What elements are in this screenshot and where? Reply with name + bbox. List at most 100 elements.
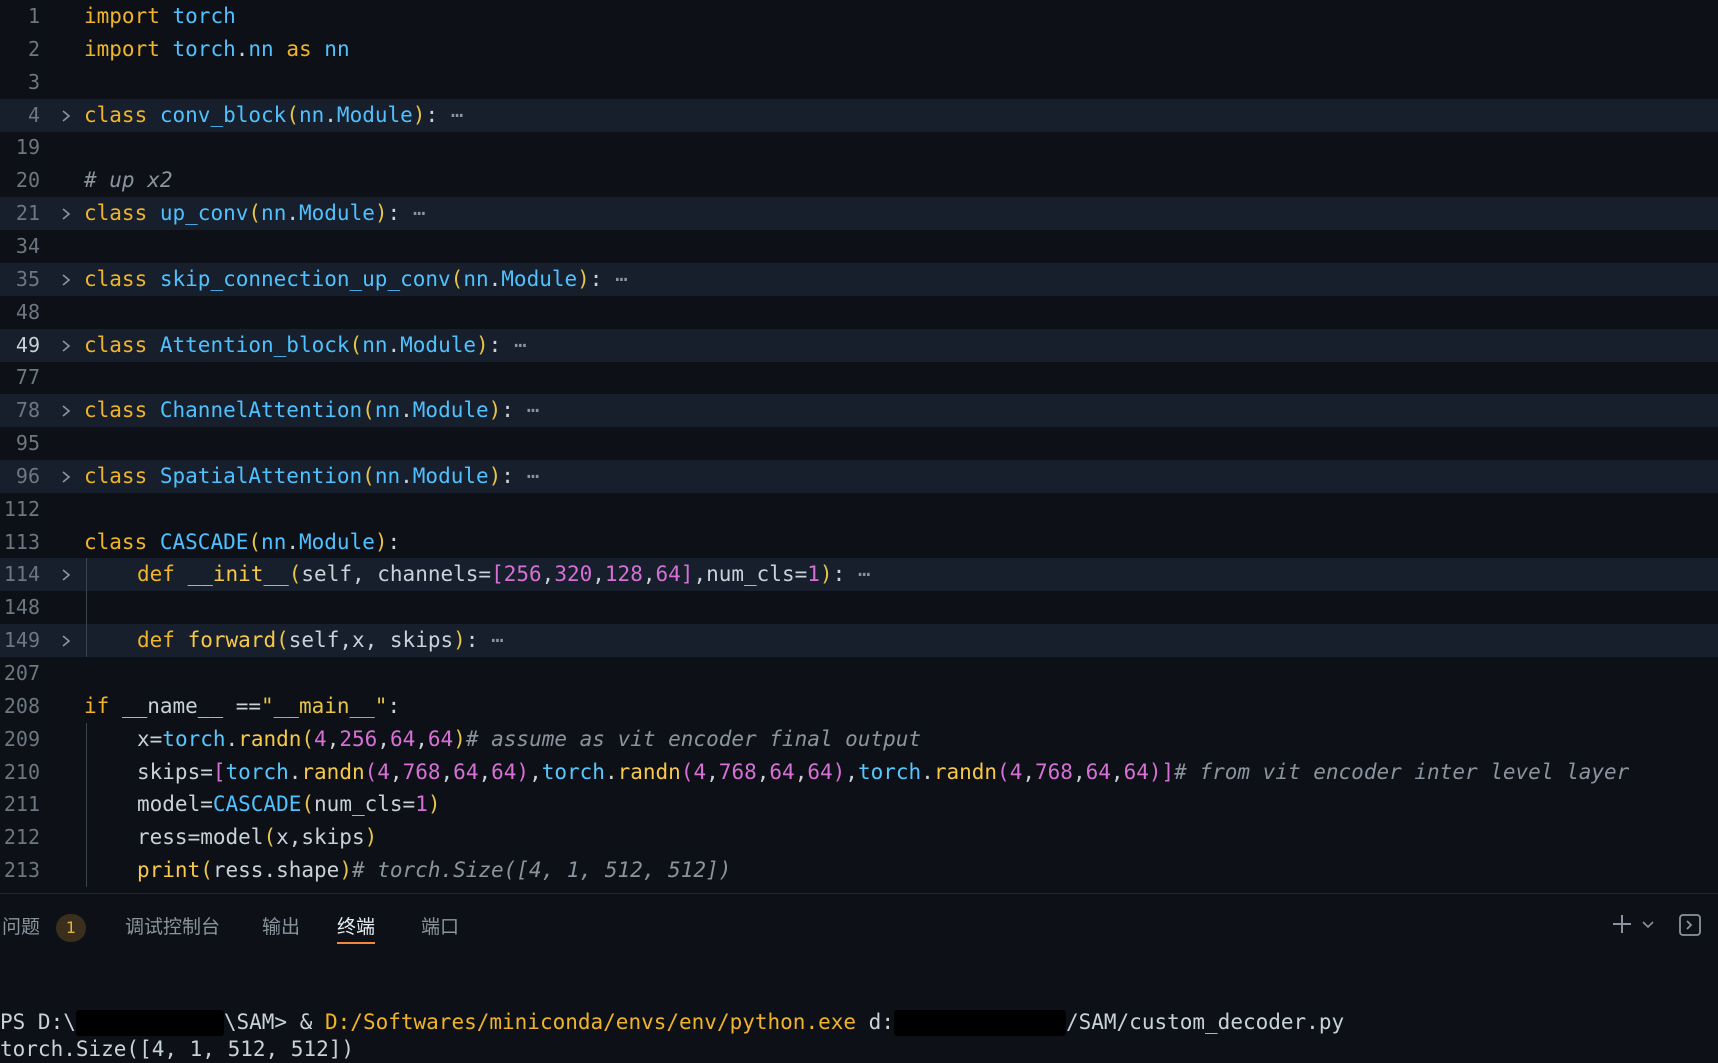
line-number: 3	[27, 69, 40, 94]
code-line[interactable]: 20 # up x2	[0, 164, 1718, 197]
code-text: skips=[torch.randn(4,768,64,64),torch.ra…	[137, 759, 1630, 784]
line-number: 1	[27, 4, 40, 28]
tab-debug-console[interactable]: 调试控制台	[125, 910, 220, 944]
code-line[interactable]: 96 class SpatialAttention(nn.Module): ⋯	[0, 459, 1718, 493]
code-line[interactable]: 35 class skip_connection_up_conv(nn.Modul…	[0, 262, 1718, 296]
line-number: 20	[15, 168, 40, 193]
code-line[interactable]: 113 class CASCADE(nn.Module):	[0, 526, 1718, 559]
bottom-panel: 问题 1 调试控制台 输出 终端 端口 PS D:\ \SAM> & D:/Sof…	[0, 893, 1718, 1061]
indent-guide	[86, 788, 87, 822]
tab-terminal[interactable]: 终端	[337, 910, 376, 944]
code-text: import torch.nn as nn	[84, 36, 350, 61]
code-text: ress=model(x,skips)	[137, 825, 378, 850]
code-text: class Attention_block(nn.Module): ⋯	[84, 332, 527, 357]
terminal-output-line: torch.Size([4, 1, 512, 512])	[0, 1037, 355, 1061]
fold-chevron-right-icon[interactable]	[58, 460, 74, 493]
code-line[interactable]: 1 import torch	[0, 0, 1718, 33]
terminal-command-line[interactable]: PS D:\ \SAM> & D:/Softwares/miniconda/env…	[0, 1008, 1344, 1036]
code-text: import torch	[84, 4, 236, 28]
line-number: 21	[15, 201, 40, 226]
fold-chevron-right-icon[interactable]	[58, 624, 74, 657]
code-line[interactable]: 149 def forward(self,x, skips): ⋯	[0, 624, 1718, 658]
problems-count-badge: 1	[56, 914, 86, 942]
line-number: 112	[3, 496, 40, 521]
code-line[interactable]: 49 class Attention_block(nn.Module): ⋯	[0, 328, 1718, 362]
code-text: class SpatialAttention(nn.Module): ⋯	[84, 463, 540, 488]
code-text: class up_conv(nn.Module): ⋯	[84, 201, 426, 226]
terminal-split-icon[interactable]	[1678, 912, 1704, 942]
line-number: 2	[27, 36, 40, 61]
code-text: model=CASCADE(num_cls=1)	[137, 792, 441, 817]
line-number: 211	[3, 792, 40, 817]
fold-chevron-right-icon[interactable]	[58, 394, 74, 427]
fold-chevron-right-icon[interactable]	[58, 558, 74, 591]
fold-chevron-right-icon[interactable]	[58, 329, 74, 362]
code-line[interactable]: 4 class conv_block(nn.Module): ⋯	[0, 98, 1718, 132]
code-editor[interactable]: 1 import torch 2 import torch.nn as nn 3 4 cla…	[0, 0, 1718, 893]
terminal-prompt-mid: \SAM> &	[223, 1010, 326, 1034]
line-number: 113	[3, 529, 40, 554]
code-line[interactable]: 212 ress=model(x,skips)	[0, 821, 1718, 855]
code-line[interactable]: 77	[0, 361, 1718, 394]
indent-guide	[86, 558, 87, 592]
line-number: 96	[15, 463, 40, 488]
fold-chevron-right-icon[interactable]	[58, 99, 74, 132]
code-line[interactable]: 210 skips=[torch.randn(4,768,64,64),torch…	[0, 755, 1718, 789]
code-text: class skip_connection_up_conv(nn.Module)…	[84, 266, 628, 291]
indent-guide	[86, 821, 87, 855]
line-number: 4	[27, 102, 40, 127]
code-line[interactable]: 19	[0, 131, 1718, 164]
line-number: 49	[15, 332, 40, 357]
code-line[interactable]: 48	[0, 296, 1718, 329]
code-line[interactable]: 148	[0, 591, 1718, 625]
code-text: class ChannelAttention(nn.Module): ⋯	[84, 398, 540, 423]
terminal-prompt-prefix: PS D:\	[0, 1010, 76, 1034]
code-text: def forward(self,x, skips): ⋯	[137, 628, 504, 653]
code-text: print(ress.shape)# torch.Size([4, 1, 512…	[137, 858, 732, 883]
line-number: 77	[15, 365, 40, 390]
line-number: 149	[3, 628, 40, 653]
indent-guide	[86, 854, 87, 888]
code-line[interactable]: 208 if __name__ =="__main__":	[0, 690, 1718, 723]
code-line[interactable]: 2 import torch.nn as nn	[0, 33, 1718, 66]
code-text: class CASCADE(nn.Module):	[84, 529, 401, 554]
line-number: 209	[3, 726, 40, 751]
terminal-arg-suffix: /SAM/custom_decoder.py	[1065, 1010, 1345, 1034]
code-line[interactable]: 213 print(ress.shape)# torch.Size([4, 1, …	[0, 854, 1718, 888]
line-number: 148	[3, 595, 40, 620]
code-text: class conv_block(nn.Module): ⋯	[84, 102, 464, 127]
indent-guide	[86, 722, 87, 756]
code-line[interactable]: 211 model=CASCADE(num_cls=1)	[0, 788, 1718, 822]
code-text: # up x2	[84, 168, 173, 193]
fold-chevron-right-icon[interactable]	[58, 197, 74, 230]
code-text: def __init__(self, channels=[256,320,128…	[137, 562, 871, 587]
line-number: 213	[3, 858, 40, 883]
chevron-down-icon[interactable]	[1640, 912, 1656, 940]
code-line[interactable]: 34	[0, 230, 1718, 263]
code-line[interactable]: 21 class up_conv(nn.Module): ⋯	[0, 197, 1718, 231]
line-number: 212	[3, 825, 40, 850]
terminal-python-exe: D:/Softwares/miniconda/envs/env/python.e…	[325, 1010, 857, 1034]
code-text: x=torch.randn(4,256,64,64)# assume as vi…	[137, 726, 922, 751]
code-line[interactable]: 112	[0, 493, 1718, 526]
code-line[interactable]: 78 class ChannelAttention(nn.Module): ⋯	[0, 394, 1718, 428]
code-line[interactable]: 95	[0, 427, 1718, 460]
tab-output[interactable]: 输出	[262, 910, 300, 944]
line-number: 35	[15, 266, 40, 291]
line-number: 210	[3, 759, 40, 784]
tab-problems[interactable]: 问题	[2, 910, 40, 944]
code-text: if __name__ =="__main__":	[84, 693, 401, 718]
new-terminal-plus-icon[interactable]	[1610, 912, 1634, 940]
redacted-path	[75, 1010, 224, 1036]
tab-ports[interactable]: 端口	[421, 910, 459, 944]
fold-chevron-right-icon[interactable]	[58, 263, 74, 296]
redacted-path	[893, 1010, 1066, 1036]
line-number: 48	[15, 299, 40, 324]
indent-guide	[86, 755, 87, 789]
line-number: 207	[3, 661, 40, 685]
line-number: 34	[15, 233, 40, 258]
code-line[interactable]: 209 x=torch.randn(4,256,64,64)# assume as…	[0, 722, 1718, 756]
code-line[interactable]: 207	[0, 657, 1718, 690]
code-line[interactable]: 114 def __init__(self, channels=[256,320,…	[0, 558, 1718, 592]
code-line[interactable]: 3	[0, 66, 1718, 99]
